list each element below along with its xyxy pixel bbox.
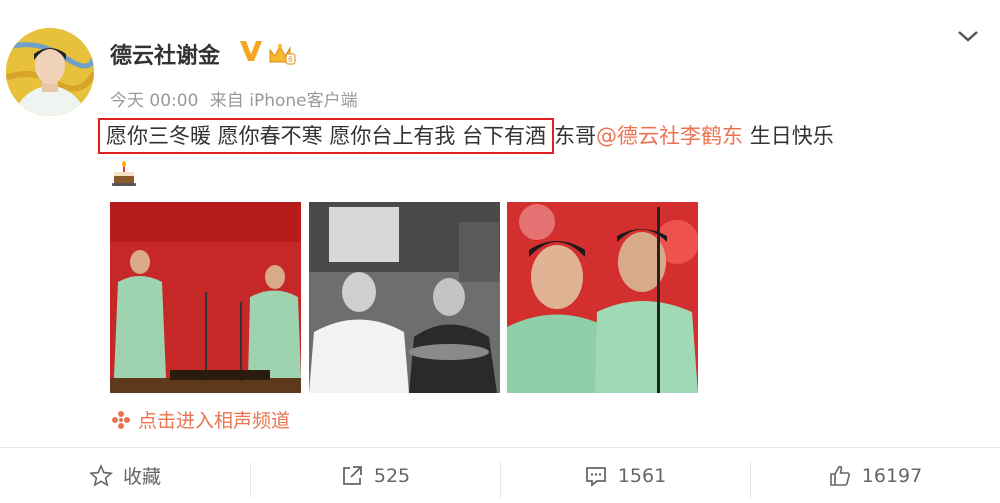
post-meta: 今天 00:00 来自 iPhone客户端 [110,86,364,111]
thumbs-up-icon [829,465,850,486]
username[interactable]: 德云社谢金 [110,38,220,70]
verified-v-icon [240,41,262,61]
cake-icon [112,161,136,186]
star-icon [89,463,113,487]
post-source: 来自 iPhone客户端 [209,91,358,111]
topic-label: 点击进入相声频道 [138,410,291,432]
crown-icon[interactable]: 6 [268,42,296,66]
like-count: 16197 [861,464,923,487]
like-button[interactable]: 16197 [750,448,1000,503]
avatar[interactable] [6,28,94,116]
comment-button[interactable]: 1561 [500,448,750,503]
action-bar: 收藏 525 1561 16197 [0,448,1000,503]
share-icon [342,465,362,485]
post-image-1[interactable] [110,202,301,393]
svg-text:6: 6 [288,55,293,64]
text-after: 东哥 [554,124,597,148]
topic-link[interactable]: 点击进入相声频道 [110,406,290,433]
post-image-2[interactable] [309,202,500,393]
post-text: 愿你三冬暖 愿你春不寒 愿你台上有我 台下有酒 东哥@德云社李鹤东 生日快乐 [98,118,834,154]
repost-count: 525 [373,464,411,487]
repost-button[interactable]: 525 [250,448,500,503]
post-image-3[interactable] [507,202,698,393]
comment-count: 1561 [617,464,667,487]
post-time[interactable]: 今天 00:00 [110,91,198,111]
favorite-button[interactable]: 收藏 [0,448,250,503]
comment-icon [585,466,606,487]
text-end: 生日快乐 [743,124,834,148]
highlighted-text: 愿你三冬暖 愿你春不寒 愿你台上有我 台下有酒 [98,118,555,154]
flower-icon [112,411,130,429]
chevron-down-icon[interactable] [955,26,981,46]
mention-link[interactable]: @德云社李鹤东 [596,124,743,148]
favorite-label: 收藏 [122,466,161,488]
